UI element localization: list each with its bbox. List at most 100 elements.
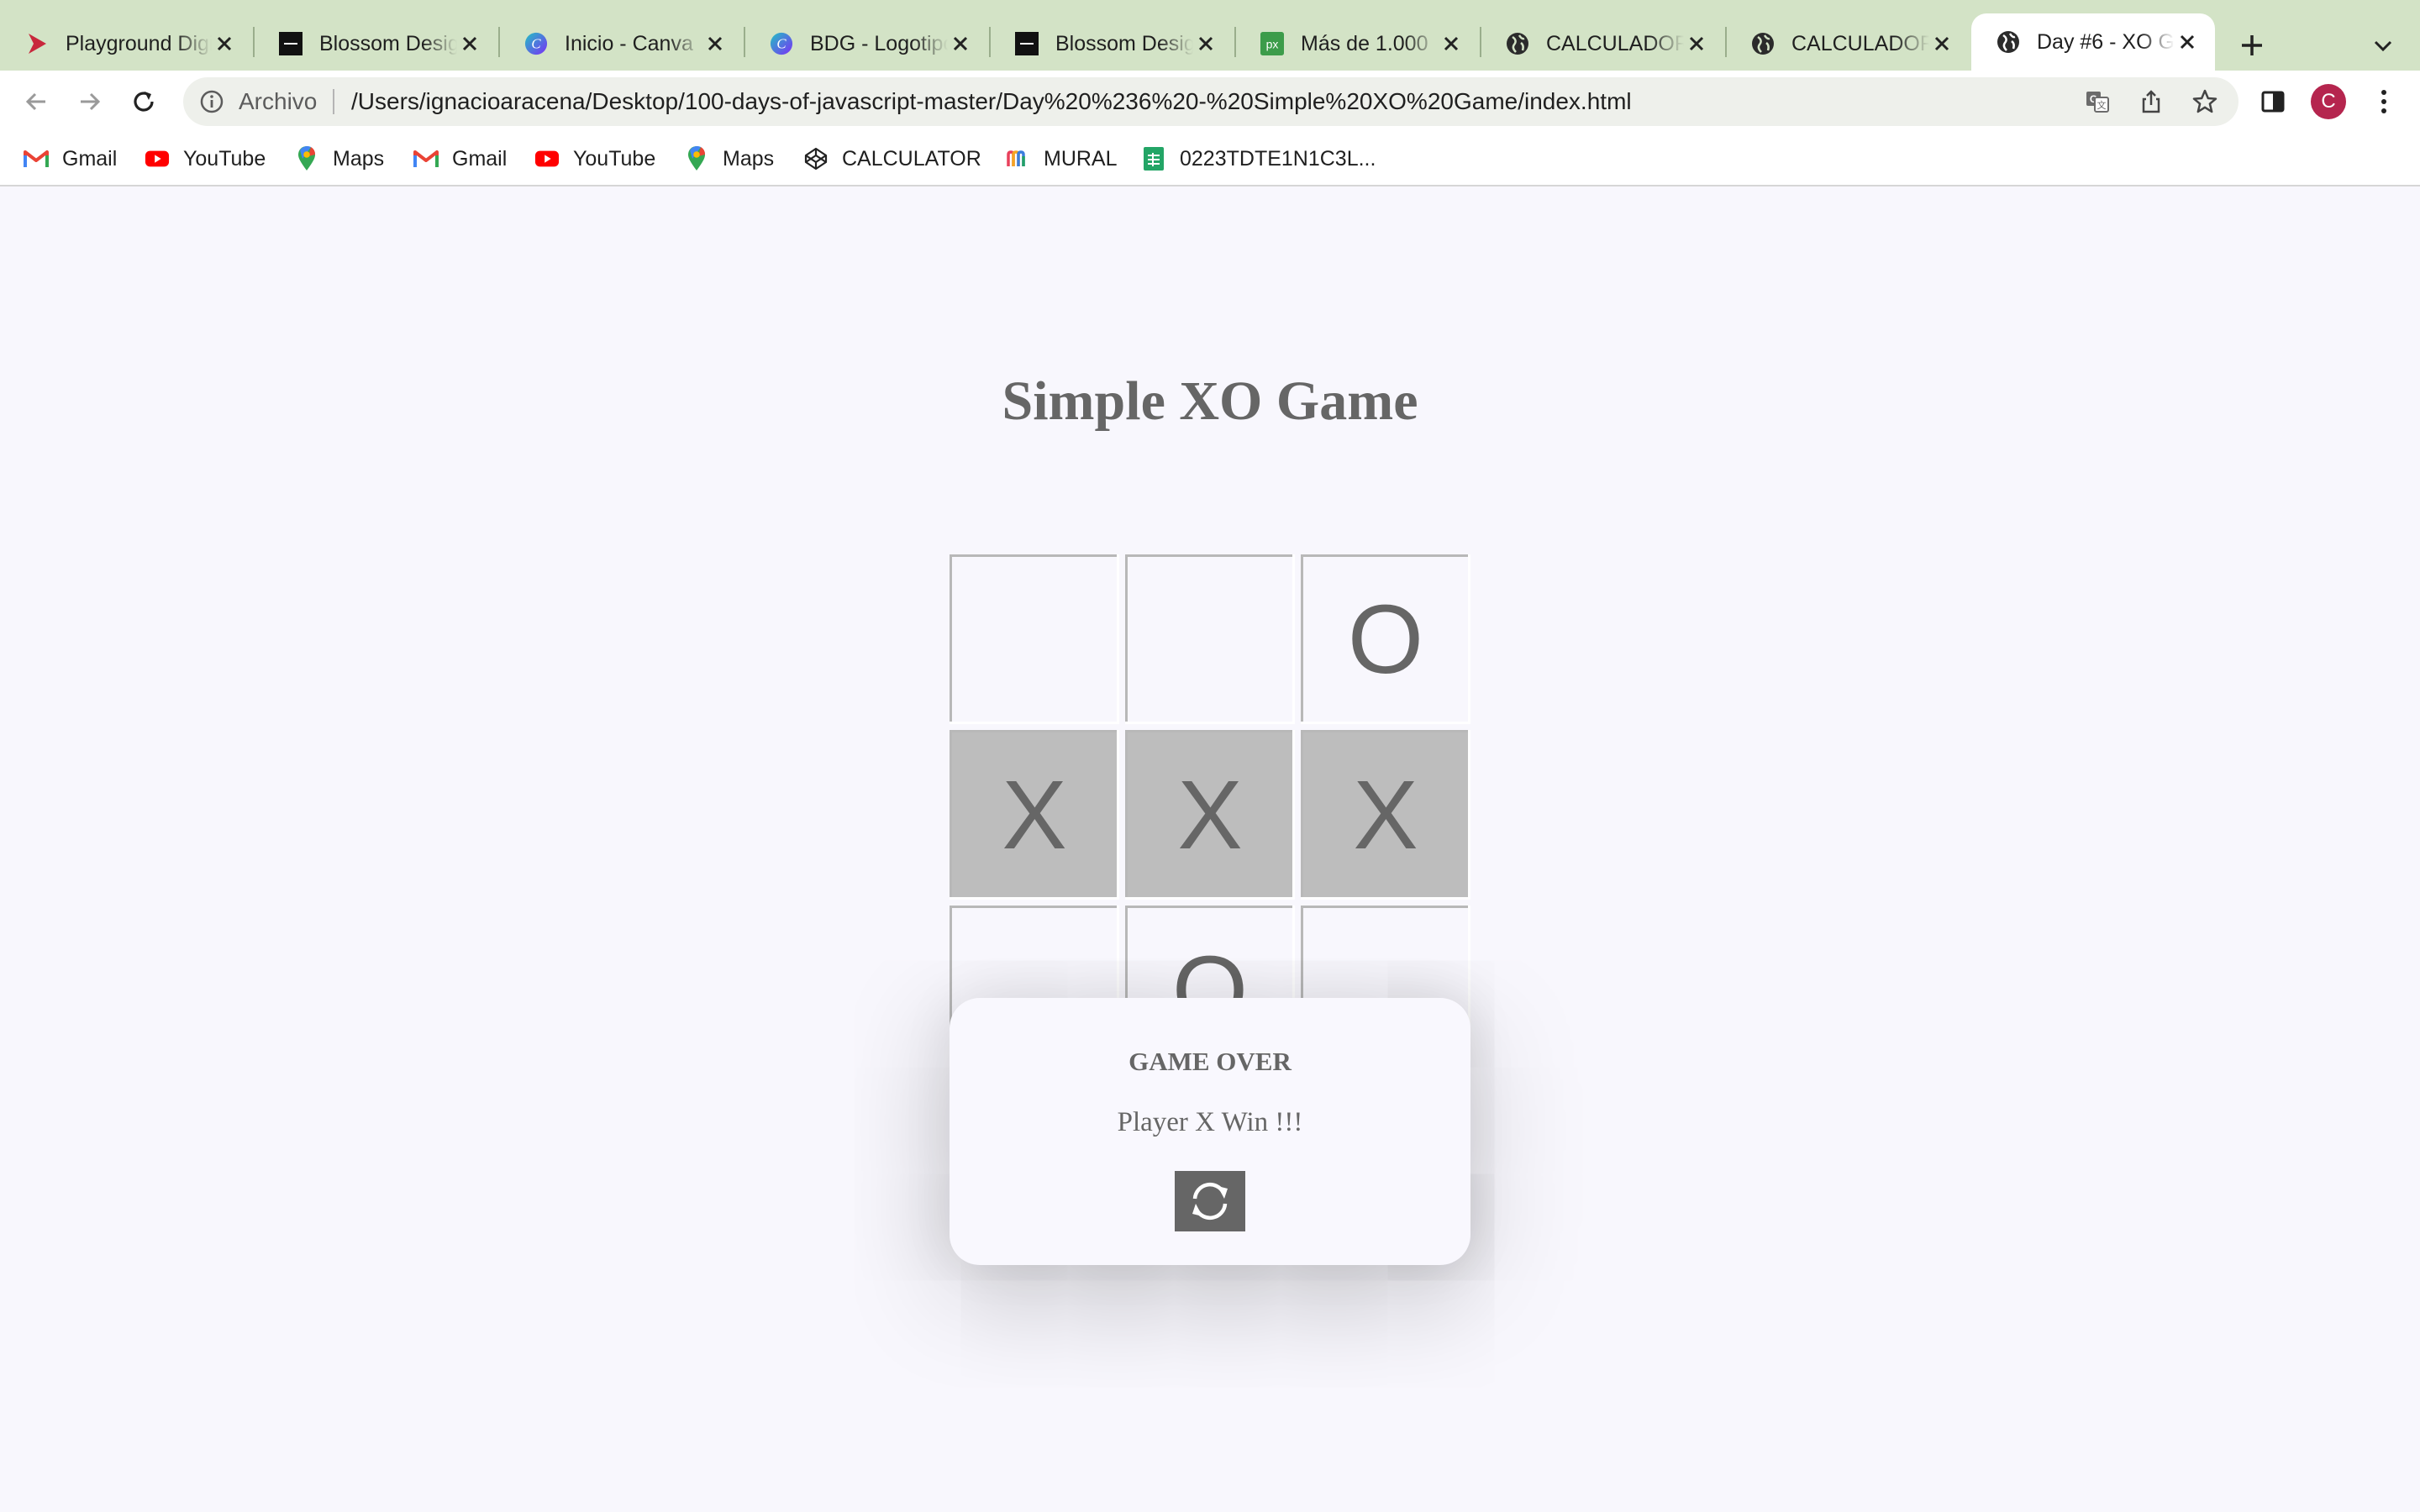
bookmark-maps[interactable]: Maps bbox=[294, 133, 384, 185]
tab-label: Más de 1.000 bbox=[1301, 31, 1428, 55]
bookmark-label: YouTube bbox=[573, 146, 656, 171]
bookmark-label: Gmail bbox=[62, 146, 118, 171]
browser-toolbar: Archivo /Users/ignacioaracena/Desktop/10… bbox=[0, 71, 2420, 133]
side-panel-icon bbox=[2261, 91, 2285, 113]
tab-blossom-2[interactable]: Blossom Design bbox=[990, 17, 1234, 71]
gmail-icon bbox=[413, 146, 439, 171]
youtube-icon bbox=[534, 146, 560, 171]
chevron-down-icon bbox=[2374, 40, 2392, 52]
bookmark-youtube[interactable]: YouTube bbox=[145, 133, 266, 185]
pixabay-favicon-icon: px bbox=[1260, 32, 1284, 55]
tab-blossom-1[interactable]: Blossom Design bbox=[254, 17, 497, 71]
close-icon[interactable] bbox=[702, 31, 728, 56]
bookmark-label: Maps bbox=[333, 146, 385, 171]
close-icon[interactable] bbox=[212, 31, 237, 56]
translate-icon[interactable]: G文 bbox=[2082, 87, 2112, 117]
modal-title: GAME OVER bbox=[1128, 1047, 1292, 1076]
game-board: O X X X O bbox=[950, 554, 1470, 1075]
svg-text:C: C bbox=[531, 36, 541, 52]
tab-label: Blossom Design bbox=[1055, 31, 1193, 55]
board-cell-1[interactable] bbox=[950, 554, 1119, 724]
tab-canva[interactable]: C Inicio - Canva bbox=[499, 17, 743, 71]
profile-avatar[interactable]: C bbox=[2311, 84, 2346, 119]
address-bar[interactable]: Archivo /Users/ignacioaracena/Desktop/10… bbox=[183, 77, 2238, 126]
game-over-modal: GAME OVER Player X Win !!! bbox=[950, 998, 1470, 1265]
forward-button[interactable] bbox=[71, 82, 109, 121]
winner-message: Player X Win !!! bbox=[1117, 1107, 1303, 1137]
tab-label: Inicio - Canva bbox=[565, 31, 693, 55]
tab-search-button[interactable] bbox=[2363, 25, 2403, 66]
board-cell-4[interactable]: X bbox=[950, 730, 1119, 900]
restart-button[interactable] bbox=[1175, 1171, 1245, 1231]
page-title: Simple XO Game bbox=[1002, 370, 1418, 432]
menu-button[interactable] bbox=[2365, 82, 2403, 121]
close-icon[interactable] bbox=[2175, 29, 2200, 55]
bookmark-youtube-2[interactable]: YouTube bbox=[534, 133, 655, 185]
tab-label: CALCULADORA bbox=[1791, 31, 1929, 55]
board-cell-2[interactable] bbox=[1125, 554, 1295, 724]
board-cell-3[interactable]: O bbox=[1301, 554, 1470, 724]
globe-icon bbox=[1506, 32, 1529, 55]
star-icon[interactable] bbox=[2190, 87, 2220, 117]
arrow-left-icon bbox=[25, 92, 45, 111]
address-separator bbox=[333, 89, 334, 114]
bookmark-calculator[interactable]: CALCULATOR bbox=[803, 133, 981, 185]
close-icon[interactable] bbox=[948, 31, 973, 56]
bookmark-gmail-2[interactable]: Gmail bbox=[413, 133, 507, 185]
bookmark-label: Maps bbox=[723, 146, 775, 171]
youtube-icon bbox=[145, 146, 170, 171]
svg-text:px: px bbox=[1266, 38, 1279, 51]
board-cell-6[interactable]: X bbox=[1301, 730, 1470, 900]
bookmark-label: CALCULATOR bbox=[842, 146, 981, 171]
bookmark-label: YouTube bbox=[183, 146, 266, 171]
board-cell-5[interactable]: X bbox=[1125, 730, 1295, 900]
bookmark-sheet[interactable]: 0223TDTE1N1C3L... bbox=[1141, 133, 1376, 185]
blossom-favicon-icon bbox=[279, 32, 302, 55]
reload-button[interactable] bbox=[124, 82, 163, 121]
tab-bdg-logotipo[interactable]: C BDG - Logotipo bbox=[744, 17, 988, 71]
sheets-icon bbox=[1141, 146, 1166, 171]
close-icon[interactable] bbox=[457, 31, 482, 56]
bookmarks-bar: Gmail YouTube Maps Gmail YouTube Maps CA… bbox=[0, 133, 2420, 186]
svg-text:C: C bbox=[776, 36, 786, 52]
arrow-right-icon bbox=[81, 92, 101, 111]
bookmark-label: MURAL bbox=[1044, 146, 1118, 171]
tab-label: Blossom Design bbox=[319, 31, 457, 55]
bookmark-gmail[interactable]: Gmail bbox=[24, 133, 117, 185]
new-tab-button[interactable] bbox=[2232, 25, 2272, 66]
plus-icon bbox=[2242, 35, 2262, 55]
tab-label: BDG - Logotipo bbox=[810, 31, 948, 55]
bookmark-maps-2[interactable]: Maps bbox=[684, 133, 774, 185]
bookmark-label: Gmail bbox=[452, 146, 508, 171]
canva-favicon-icon: C bbox=[770, 32, 793, 55]
tab-xo-game-active[interactable]: Day #6 - XO Game bbox=[1971, 13, 2215, 71]
mural-icon bbox=[1005, 146, 1030, 171]
gmail-icon bbox=[24, 146, 49, 171]
address-scheme-label: Archivo bbox=[239, 88, 318, 114]
bookmark-label: 0223TDTE1N1C3L... bbox=[1180, 146, 1376, 171]
close-icon[interactable] bbox=[1193, 31, 1218, 56]
svg-text:文: 文 bbox=[2097, 99, 2107, 111]
close-icon[interactable] bbox=[1929, 31, 1954, 56]
close-icon[interactable] bbox=[1439, 31, 1464, 56]
tab-label: Day #6 - XO Game bbox=[2037, 29, 2175, 54]
codepen-icon bbox=[803, 146, 829, 171]
tab-pixabay[interactable]: px Más de 1.000 bbox=[1235, 17, 1479, 71]
maps-icon bbox=[684, 146, 709, 171]
reload-icon bbox=[134, 92, 154, 112]
canva-favicon-icon: C bbox=[524, 32, 548, 55]
share-icon[interactable] bbox=[2136, 87, 2166, 117]
bookmark-mural[interactable]: MURAL bbox=[1005, 133, 1118, 185]
tab-label: CALCULADORA bbox=[1546, 31, 1684, 55]
info-icon[interactable] bbox=[198, 88, 225, 115]
side-panel-button[interactable] bbox=[2254, 82, 2292, 121]
tab-calculadora-2[interactable]: CALCULADORA bbox=[1726, 17, 1970, 71]
refresh-icon bbox=[1192, 1182, 1228, 1221]
address-url[interactable]: /Users/ignacioaracena/Desktop/100-days-o… bbox=[351, 77, 1632, 126]
close-icon[interactable] bbox=[1684, 31, 1709, 56]
back-button[interactable] bbox=[17, 82, 55, 121]
tab-calculadora-1[interactable]: CALCULADORA bbox=[1481, 17, 1724, 71]
tab-label: Playground Digital bbox=[66, 31, 212, 55]
tab-playground[interactable]: Playground Digital bbox=[0, 17, 252, 71]
globe-icon bbox=[1996, 30, 2020, 54]
